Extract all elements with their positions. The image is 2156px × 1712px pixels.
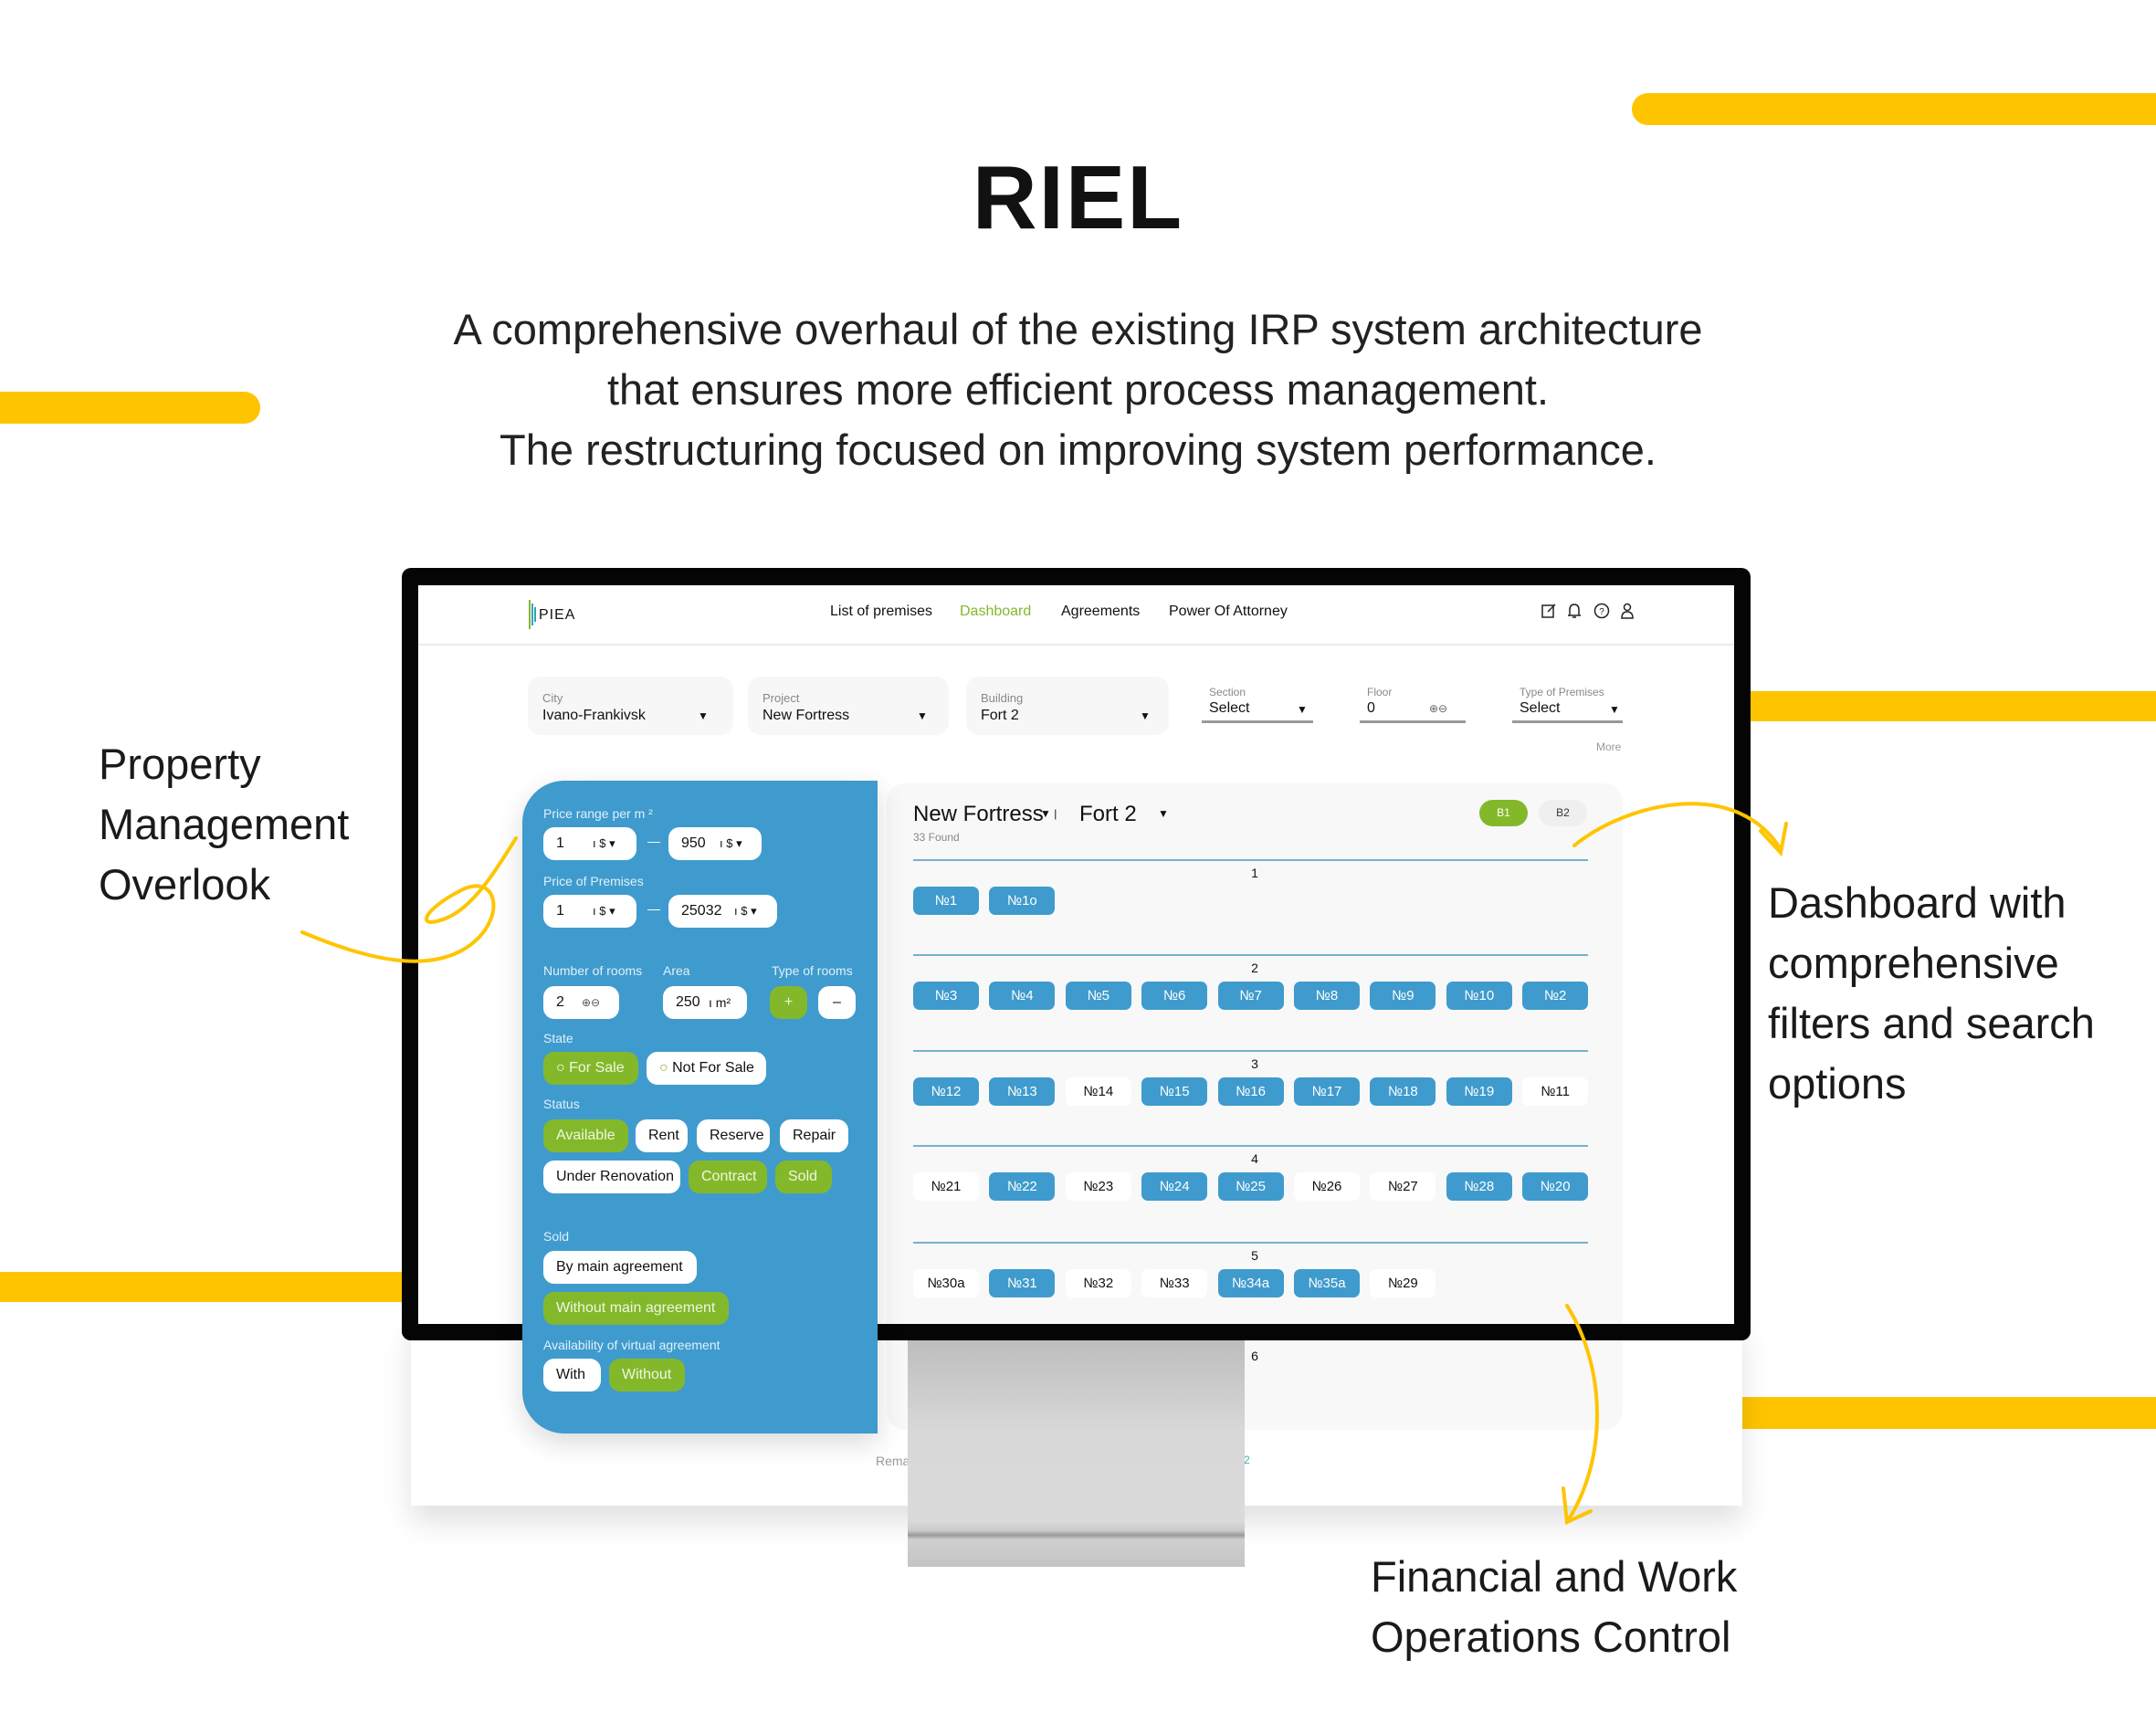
annotation-arrows (300, 802, 1788, 1525)
curved-arrow-icon (1572, 802, 1783, 851)
curved-connector-icon (300, 836, 518, 963)
curved-arrow-icon (1565, 1304, 1599, 1524)
